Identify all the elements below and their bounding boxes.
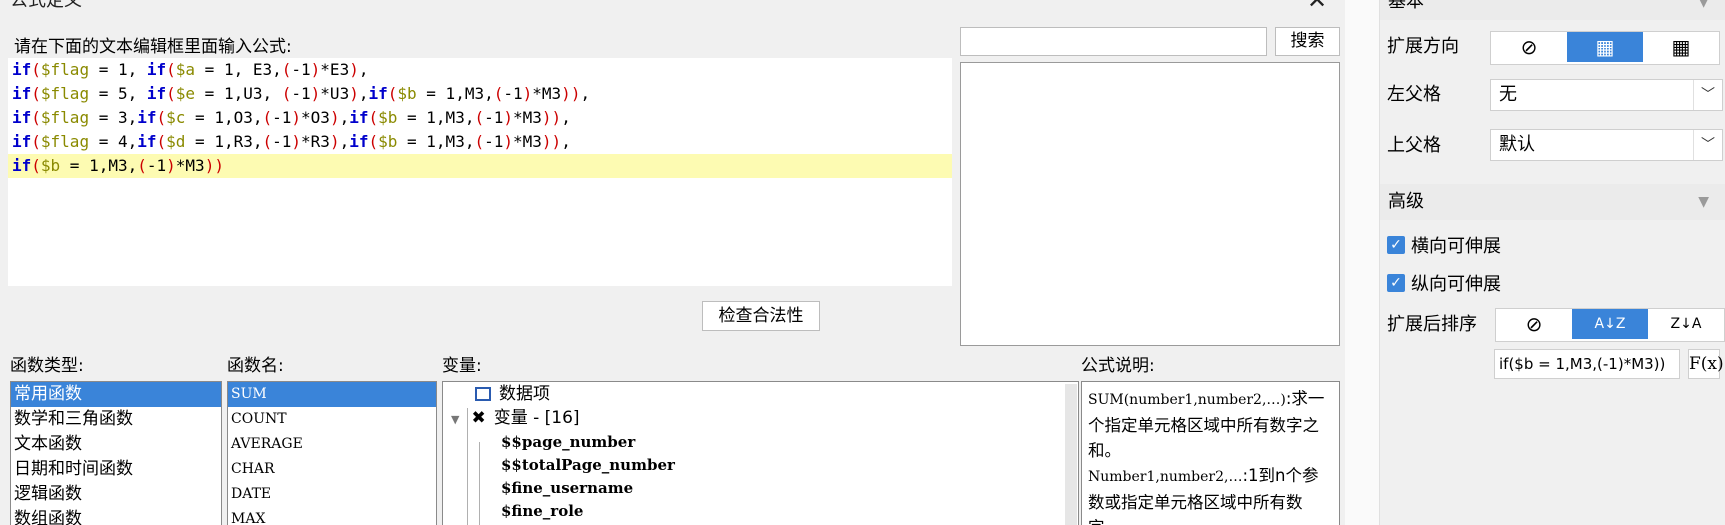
function-type-label: 函数类型:	[10, 356, 84, 376]
variable-group-icon: ✖	[471, 408, 486, 428]
panel-side-strip	[1345, 0, 1380, 525]
tree-item-variables-group[interactable]: ▼ ✖ 变量 - [16]	[451, 406, 580, 430]
section-title: 高级	[1388, 191, 1424, 212]
sort-ascending-icon[interactable]: A↓Z	[1572, 309, 1648, 339]
section-title: 基本	[1388, 0, 1424, 12]
variable-item-label: $$totalPage_number	[501, 456, 675, 474]
function-name-item[interactable]: SUM	[228, 382, 436, 407]
formula-line: if($flag = 5, if($e = 1,U3, (-1)*U3),if(…	[12, 84, 591, 103]
search-results-box[interactable]	[960, 62, 1340, 346]
formula-line-current: if($b = 1,M3,(-1)*M3))	[8, 154, 952, 178]
table-icon	[475, 387, 491, 401]
function-name-item[interactable]: MAX	[228, 507, 436, 525]
checkbox-checked-icon: ✓	[1387, 274, 1405, 292]
tree-item-data-fields[interactable]: 数据项	[475, 382, 550, 406]
close-icon[interactable]: ✕	[1302, 0, 1332, 16]
formula-fx-button[interactable]: F(x)	[1688, 349, 1724, 379]
checkbox-checked-icon: ✓	[1387, 236, 1405, 254]
checkbox-label: 纵向可伸展	[1411, 274, 1501, 295]
dialog-title: 公式定义	[10, 0, 82, 11]
tree-item-label: 数据项	[499, 384, 550, 404]
horizontal-expand-icon[interactable]: ▦	[1643, 32, 1719, 62]
function-name-item[interactable]: DATE	[228, 482, 436, 507]
function-type-item[interactable]: 数组函数	[11, 507, 221, 525]
function-name-item[interactable]: CHAR	[228, 457, 436, 482]
expand-direction-toggle[interactable]: ⊘ ▦ ▦	[1490, 31, 1720, 65]
formula-line: if($flag = 3,if($c = 1,O3,(-1)*O3),if($b…	[12, 108, 571, 127]
variable-item-label: $$page_number	[501, 433, 636, 451]
variable-item[interactable]: $$totalPage_number	[501, 453, 675, 477]
function-type-item[interactable]: 逻辑函数	[11, 482, 221, 507]
top-parent-value: 默认	[1499, 134, 1535, 155]
variable-item-label: $fine_role	[501, 502, 584, 520]
function-name-item[interactable]: COUNT	[228, 407, 436, 432]
description-params: Number1,number2,…	[1088, 469, 1243, 485]
function-name-item[interactable]: AVERAGE	[228, 432, 436, 457]
search-input[interactable]	[960, 27, 1267, 56]
function-type-item[interactable]: 文本函数	[11, 432, 221, 457]
description-label: 公式说明:	[1081, 356, 1155, 376]
function-type-item[interactable]: 数学和三角函数	[11, 407, 221, 432]
chevron-down-icon: ﹀	[1693, 130, 1722, 160]
sort-descending-icon[interactable]: Z↓A	[1648, 309, 1724, 339]
left-parent-select[interactable]: 无 ﹀	[1490, 79, 1723, 111]
vertical-expand-icon[interactable]: ▦	[1567, 32, 1643, 62]
checkbox-label: 横向可伸展	[1411, 236, 1501, 257]
sort-after-expand-label: 扩展后排序	[1387, 314, 1477, 335]
top-parent-label: 上父格	[1387, 135, 1441, 156]
formula-editor[interactable]: if($flag = 1, if($a = 1, E3,(-1)*E3), if…	[8, 58, 952, 286]
variable-tree-scrollbar[interactable]	[1065, 384, 1077, 525]
chevron-down-icon: ﹀	[1693, 80, 1722, 110]
function-type-item[interactable]: 常用函数	[11, 382, 221, 407]
function-name-label: 函数名:	[227, 356, 284, 376]
expand-direction-label: 扩展方向	[1387, 36, 1459, 57]
function-name-list[interactable]: SUM COUNT AVERAGE CHAR DATE MAX	[227, 381, 437, 525]
formula-line: if($flag = 4,if($d = 1,R3,(-1)*R3),if($b…	[12, 132, 571, 151]
chevron-down-icon: ▼	[1698, 0, 1709, 10]
no-sort-icon[interactable]: ⊘	[1496, 309, 1572, 339]
tree-guide-line	[479, 442, 480, 525]
formula-line: if($flag = 1, if($a = 1, E3,(-1)*E3),	[12, 60, 369, 79]
check-validity-button[interactable]: 检查合法性	[702, 301, 820, 331]
formula-dialog: 公式定义 ✕ 请在下面的文本编辑框里面输入公式: if($flag = 1, i…	[0, 0, 1345, 525]
no-expand-icon[interactable]: ⊘	[1491, 32, 1567, 62]
variable-item[interactable]: $fine_username	[501, 476, 633, 500]
variables-label: 变量:	[442, 356, 482, 376]
horizontal-stretch-checkbox[interactable]: ✓ 横向可伸展	[1387, 232, 1501, 258]
tree-item-label: 变量 - [16]	[493, 408, 580, 428]
variable-item[interactable]: $$page_number	[501, 430, 635, 454]
description-syntax: SUM(number1,number2,…)	[1088, 392, 1286, 408]
sort-formula-field[interactable]: if($b = 1,M3,(-1)*M3))	[1494, 349, 1680, 379]
left-parent-label: 左父格	[1387, 84, 1441, 105]
chevron-down-icon: ▼	[451, 413, 460, 426]
left-parent-value: 无	[1499, 84, 1517, 105]
chevron-down-icon: ▼	[1698, 194, 1709, 210]
section-header-basic[interactable]: 基本 ▼	[1380, 0, 1725, 20]
variable-tree[interactable]: 数据项 ▼ ✖ 变量 - [16] $$page_number $$totalPag…	[442, 381, 1079, 525]
function-type-list[interactable]: 常用函数 数学和三角函数 文本函数 日期和时间函数 逻辑函数 数组函数	[10, 381, 222, 525]
function-type-item[interactable]: 日期和时间函数	[11, 457, 221, 482]
variable-item[interactable]: $fine_role	[501, 499, 583, 523]
sort-toggle[interactable]: ⊘ A↓Z Z↓A	[1495, 308, 1725, 342]
vertical-stretch-checkbox[interactable]: ✓ 纵向可伸展	[1387, 270, 1501, 296]
function-description: SUM(number1,number2,…):求一个指定单元格区域中所有数字之和…	[1081, 381, 1340, 525]
search-button[interactable]: 搜索	[1275, 27, 1340, 56]
variable-item-label: $fine_username	[501, 479, 634, 497]
section-header-advanced[interactable]: 高级 ▼	[1380, 184, 1725, 220]
editor-prompt: 请在下面的文本编辑框里面输入公式:	[14, 37, 292, 57]
top-parent-select[interactable]: 默认 ﹀	[1490, 129, 1723, 161]
